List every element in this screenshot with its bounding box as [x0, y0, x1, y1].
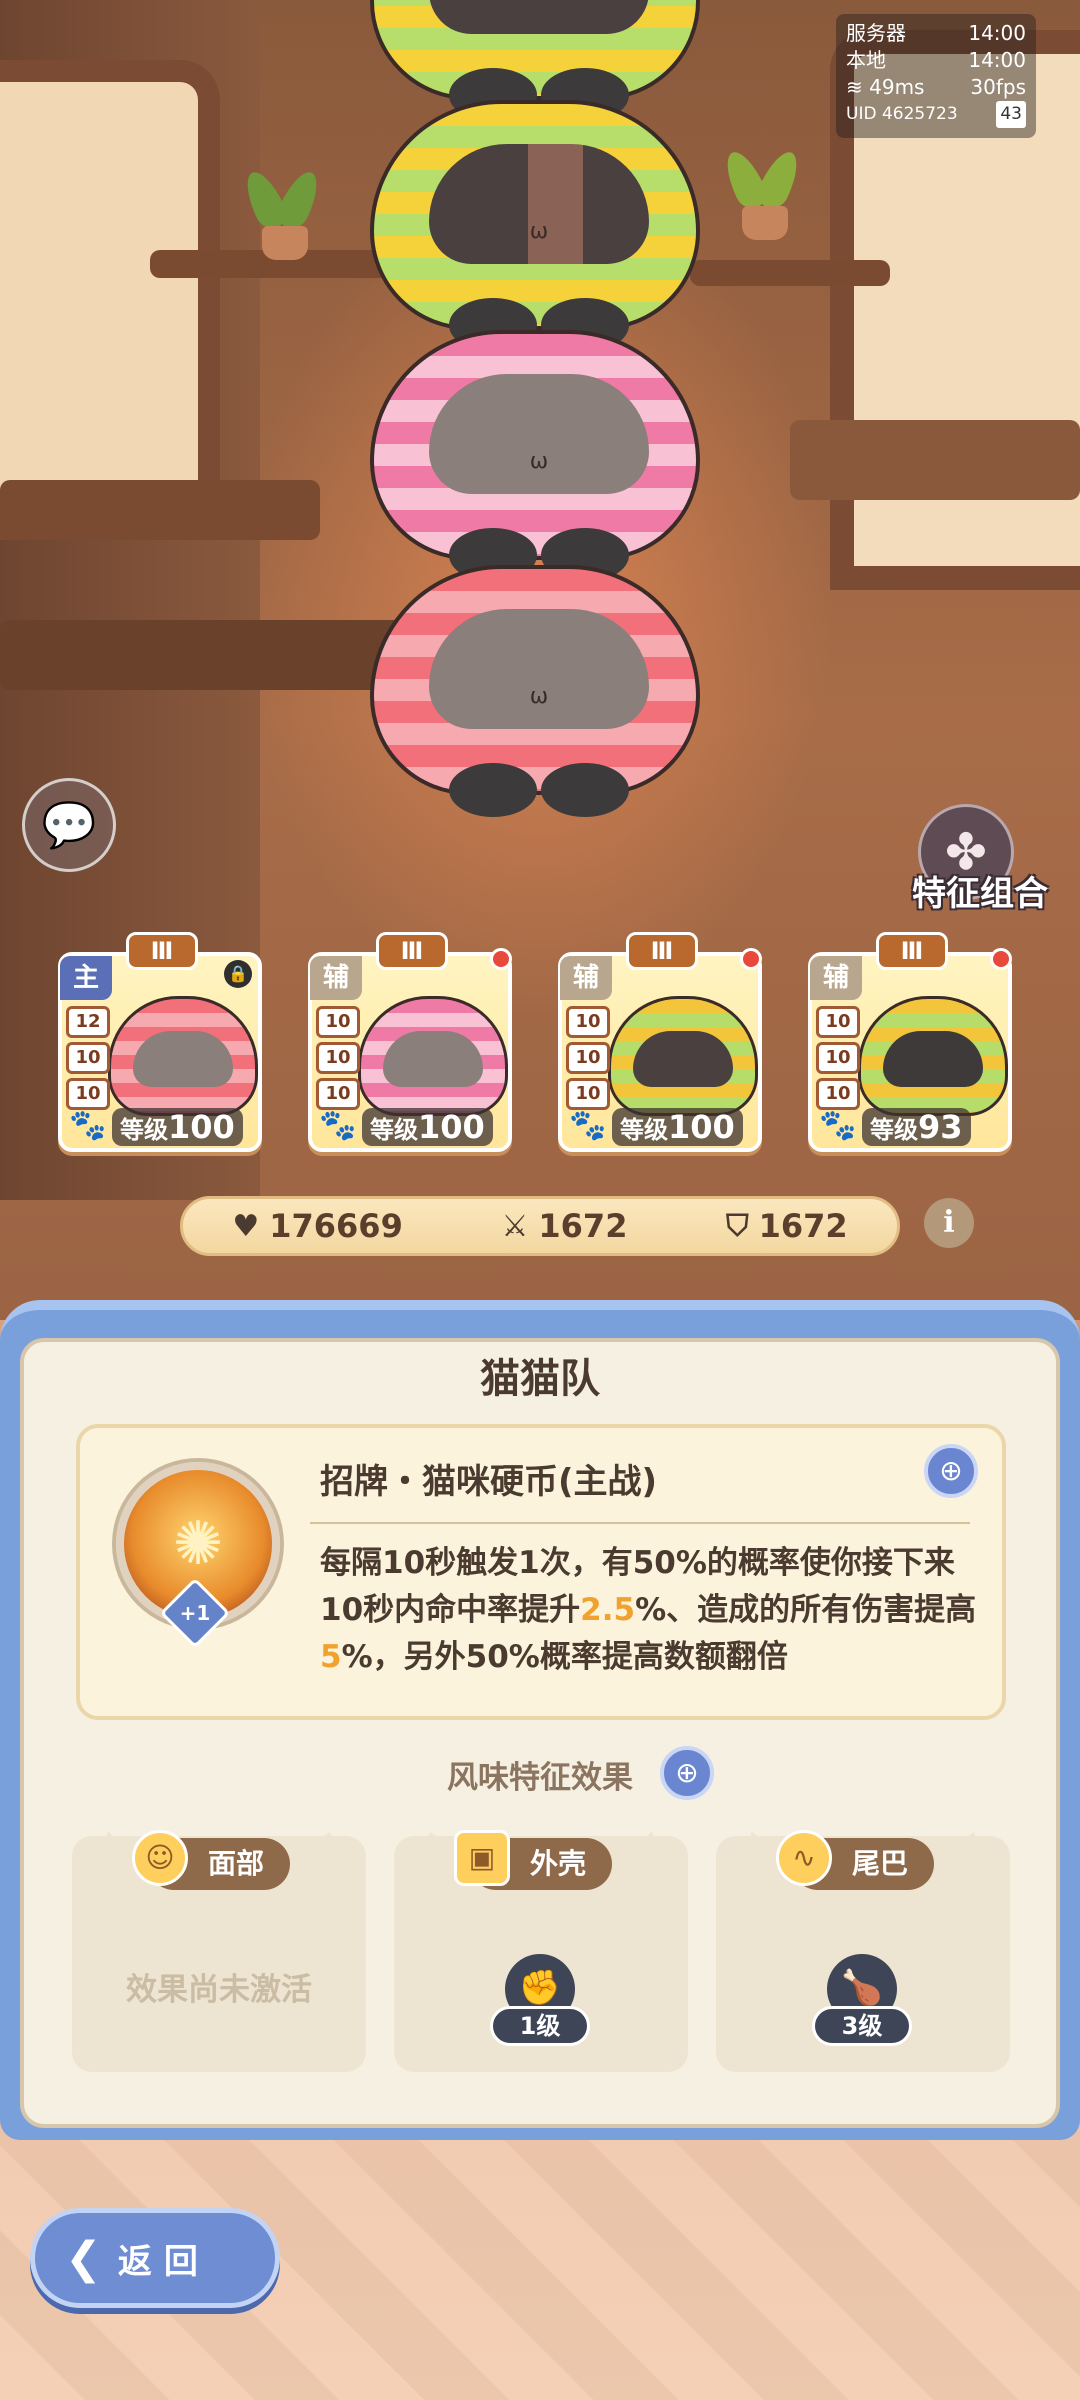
stat-value: 10 [316, 1078, 360, 1110]
paw-icon: 🐾 [319, 1108, 357, 1143]
level-value: 100 [668, 1108, 735, 1146]
skill-zoom-button[interactable]: ⊕ [924, 1444, 978, 1498]
local-time: 14:00 [968, 48, 1026, 72]
shield-icon: ⛉ [726, 1208, 749, 1244]
potted-plant [718, 146, 810, 240]
back-button-label: 返回 [117, 2241, 210, 2282]
defense-value: 1672 [758, 1207, 848, 1245]
notification-dot [740, 948, 762, 970]
level-label: 等级100 [362, 1108, 493, 1146]
trait-combo-label[interactable]: 特征组合 [890, 866, 1070, 915]
magnifier-icon: ⊕ [939, 1454, 963, 1487]
tier-badge: Ⅲ [626, 932, 698, 970]
stat-value: 10 [566, 1078, 610, 1110]
room-cabinet [790, 420, 1080, 500]
level-value: 100 [168, 1108, 235, 1146]
role-badge: 辅 [560, 956, 612, 1000]
attack-value: 1672 [538, 1207, 628, 1245]
role-badge: 辅 [810, 956, 862, 1000]
tier-badge: Ⅲ [876, 932, 948, 970]
level-value: 100 [418, 1108, 485, 1146]
team-card-support-1[interactable]: Ⅲ 辅 10 10 10 🐾 等级100 [308, 932, 512, 1152]
level-label: 等级100 [112, 1108, 243, 1146]
back-button[interactable]: ❮ 返回 [30, 2208, 280, 2308]
team-card-main[interactable]: Ⅲ 主 12 10 10 🐾 等级100 🔒 [58, 932, 262, 1152]
panel-title: 猫猫队 [480, 1356, 600, 1402]
network-status-hud: 服务器 14:00 本地 14:00 ≋ 49ms 30fps UID 4625723… [836, 14, 1036, 138]
cat-portrait [858, 996, 1008, 1116]
flavor-level-shell: 1级 [490, 2006, 590, 2046]
cat-yellow: ω [370, 100, 700, 352]
cat-red: ω [370, 565, 700, 817]
stat-value: 10 [816, 1006, 860, 1038]
lock-icon[interactable]: 🔒 [224, 960, 252, 988]
uid-value: UID 4625723 [846, 104, 958, 124]
paw-icon: 🐾 [69, 1108, 107, 1143]
paw-icon: 🐾 [569, 1108, 607, 1143]
level-label: 等级93 [862, 1108, 971, 1146]
battery-icon: 43 [996, 101, 1026, 128]
skill-description: 每隔10秒触发1次，有50%的概率使你接下来10秒内命中率提升2.5%、造成的所… [320, 1545, 977, 1675]
fps-value: 30fps [970, 75, 1026, 99]
cat-portrait [608, 996, 758, 1116]
stat-value: 10 [566, 1006, 610, 1038]
flavor-title: 风味特征效果 [447, 1760, 633, 1796]
stat-value: 10 [316, 1042, 360, 1074]
cat-portrait [108, 996, 258, 1116]
ping-value: 49ms [869, 75, 925, 99]
face-icon: ☺ [132, 1830, 188, 1886]
stat-value: 10 [816, 1042, 860, 1074]
team-cards: Ⅲ 主 12 10 10 🐾 等级100 🔒 Ⅲ 辅 10 10 10 🐾 等级… [58, 928, 1028, 1158]
flavor-inactive-text: 效果尚未激活 [126, 1972, 312, 2008]
shell-icon: ▣ [454, 1830, 510, 1886]
crossed-swords-icon: ⚔ [501, 1208, 529, 1244]
highlight-value: 5 [320, 1639, 342, 1675]
notification-dot [490, 948, 512, 970]
role-badge: 辅 [310, 956, 362, 1000]
level-label: 等级100 [612, 1108, 743, 1146]
local-time-label: 本地 [846, 48, 886, 72]
info-icon: i [943, 1205, 955, 1240]
flavor-level-tail: 3级 [812, 2006, 912, 2046]
team-stats-bar: ♥ 176669 ⚔ 1672 ⛉ 1672 [180, 1196, 900, 1256]
cat-pink: ω [370, 330, 700, 582]
stat-value: 10 [316, 1006, 360, 1038]
role-badge: 主 [60, 956, 112, 1000]
chat-bubble-icon: 💬 [41, 800, 97, 851]
info-button[interactable]: i [924, 1198, 974, 1248]
heart-icon: ♥ [232, 1208, 260, 1244]
divider [310, 1522, 970, 1524]
magnifier-icon: ⊕ [675, 1756, 699, 1789]
stat-value: 10 [66, 1042, 110, 1074]
stat-value: 12 [66, 1006, 110, 1038]
tier-badge: Ⅲ [376, 932, 448, 970]
paw-icon: 🐾 [819, 1108, 857, 1143]
room-shelf [690, 260, 890, 286]
level-value: 93 [918, 1108, 963, 1146]
cat-portrait [358, 996, 508, 1116]
chat-button[interactable]: 💬 [22, 778, 116, 872]
highlight-value: 2.5 [580, 1592, 636, 1628]
back-arrow-icon: ❮ [65, 2232, 102, 2284]
wifi-icon: ≋ [846, 75, 863, 99]
tail-icon: ∿ [776, 1830, 832, 1886]
team-card-support-2[interactable]: Ⅲ 辅 10 10 10 🐾 等级100 [558, 932, 762, 1152]
tier-badge: Ⅲ [126, 932, 198, 970]
cat-tower[interactable]: ω ω ω [370, 0, 710, 850]
stat-value: 10 [566, 1042, 610, 1074]
server-time-label: 服务器 [846, 21, 906, 45]
flavor-zoom-button[interactable]: ⊕ [660, 1746, 714, 1800]
stat-value: 10 [66, 1078, 110, 1110]
cat-yellow-top [370, 0, 700, 122]
notification-dot [990, 948, 1012, 970]
skill-name: 招牌・猫咪硬币(主战) [320, 1462, 658, 1502]
stat-value: 10 [816, 1078, 860, 1110]
team-card-support-3[interactable]: Ⅲ 辅 10 10 10 🐾 等级93 [808, 932, 1012, 1152]
room-window-left [0, 60, 220, 540]
server-time: 14:00 [968, 21, 1026, 45]
potted-plant [238, 166, 330, 260]
hp-value: 176669 [269, 1207, 403, 1245]
room-counter [0, 480, 320, 540]
